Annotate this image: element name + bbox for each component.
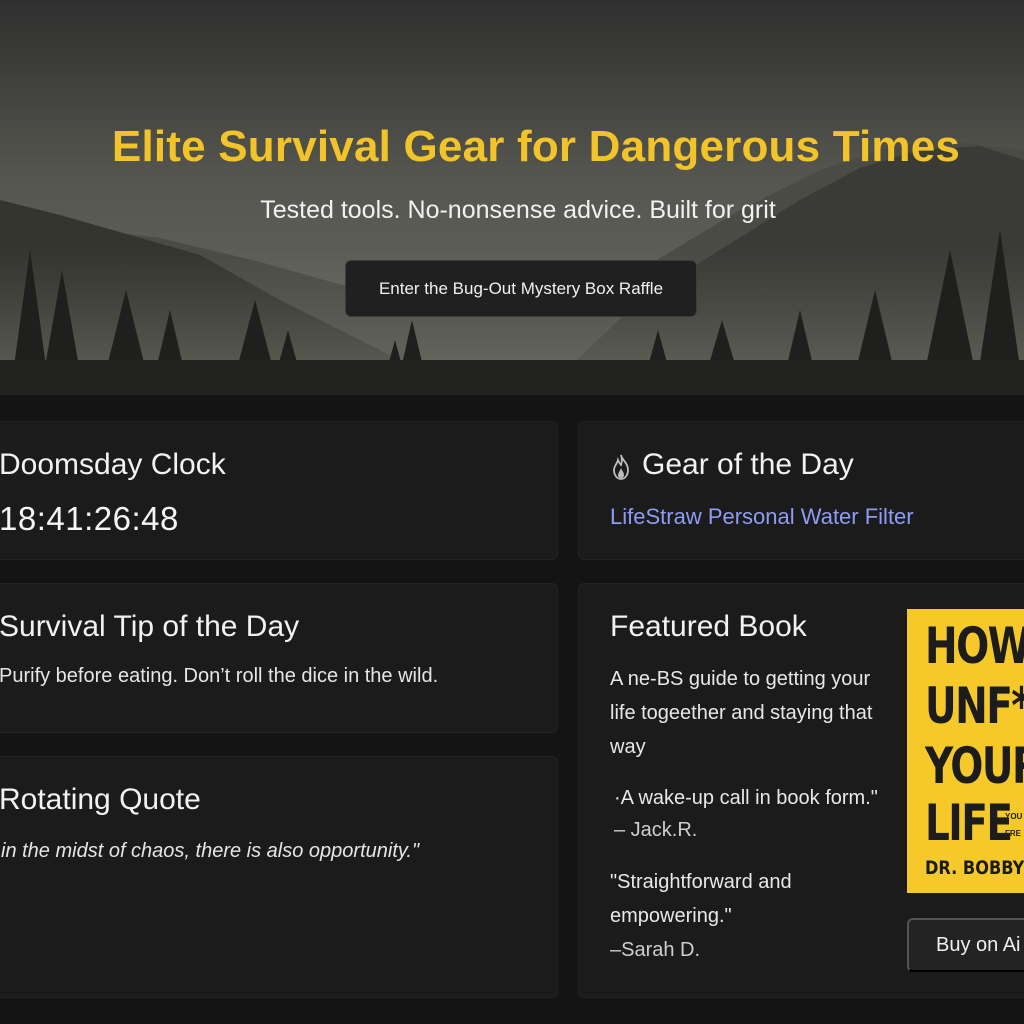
- survival-tip-text: Purify before eating. Don’t roll the dic…: [0, 665, 439, 687]
- book-cover-line: LIFE: [925, 794, 1013, 852]
- rotating-quote-text: in the midst of chaos, there is also opp…: [1, 840, 420, 862]
- hero-subtitle: Tested tools. No-nonsense advice. Built …: [260, 196, 776, 224]
- rotating-quote-title: Rotating Quote: [0, 783, 201, 816]
- hero-banner: Elite Survival Gear for Dangerous Times …: [0, 0, 1024, 395]
- gear-of-the-day-title: Gear of the Day: [642, 448, 854, 481]
- featured-book-title: Featured Book: [610, 610, 807, 643]
- book-review-author: –Sarah D.: [610, 939, 701, 961]
- book-review: "Straightforward and empowering." –Sarah…: [610, 865, 910, 967]
- book-review-author: – Jack.R.: [614, 819, 698, 841]
- book-review-quote: "Straightforward and empowering.": [610, 871, 792, 927]
- book-cover-line: HOW T: [925, 617, 1024, 675]
- book-cover-author: DR. BOBBY I: [925, 857, 1024, 879]
- doomsday-clock-card: Doomsday Clock 18:41:26:48: [0, 421, 558, 560]
- page: Elite Survival Gear for Dangerous Times …: [0, 0, 1024, 1024]
- survival-tip-card: Survival Tip of the Day Purify before ea…: [0, 583, 558, 733]
- gear-of-the-day-card: Gear of the Day LifeStraw Personal Water…: [578, 421, 1024, 560]
- flame-icon: [613, 454, 629, 480]
- book-cover-line: YOUR: [925, 737, 1024, 795]
- raffle-button[interactable]: Enter the Bug-Out Mystery Box Raffle: [345, 260, 697, 317]
- rotating-quote-card: Rotating Quote in the midst of chaos, th…: [0, 756, 558, 998]
- survival-tip-title: Survival Tip of the Day: [0, 610, 300, 643]
- featured-book-description: A ne-BS guide to getting your life togee…: [610, 668, 873, 758]
- book-cover-small-text: FRE: [1005, 829, 1021, 838]
- book-cover-image[interactable]: HOW T UNF* YOUR LIFE YOU FRE DR. BOBBY I: [907, 609, 1024, 893]
- book-review: ·A wake-up call in book form." – Jack.R.: [614, 781, 914, 847]
- book-cover-line: UNF*: [925, 677, 1024, 735]
- buy-book-button[interactable]: Buy on Ai: [907, 918, 1024, 972]
- gear-item-link[interactable]: LifeStraw Personal Water Filter: [610, 504, 914, 530]
- book-cover-small-text: YOU: [1005, 812, 1023, 821]
- hero-title: Elite Survival Gear for Dangerous Times: [111, 122, 961, 171]
- doomsday-clock-value: 18:41:26:48: [0, 500, 179, 537]
- doomsday-clock-title: Doomsday Clock: [0, 448, 226, 481]
- book-review-quote: ·A wake-up call in book form.": [614, 787, 878, 809]
